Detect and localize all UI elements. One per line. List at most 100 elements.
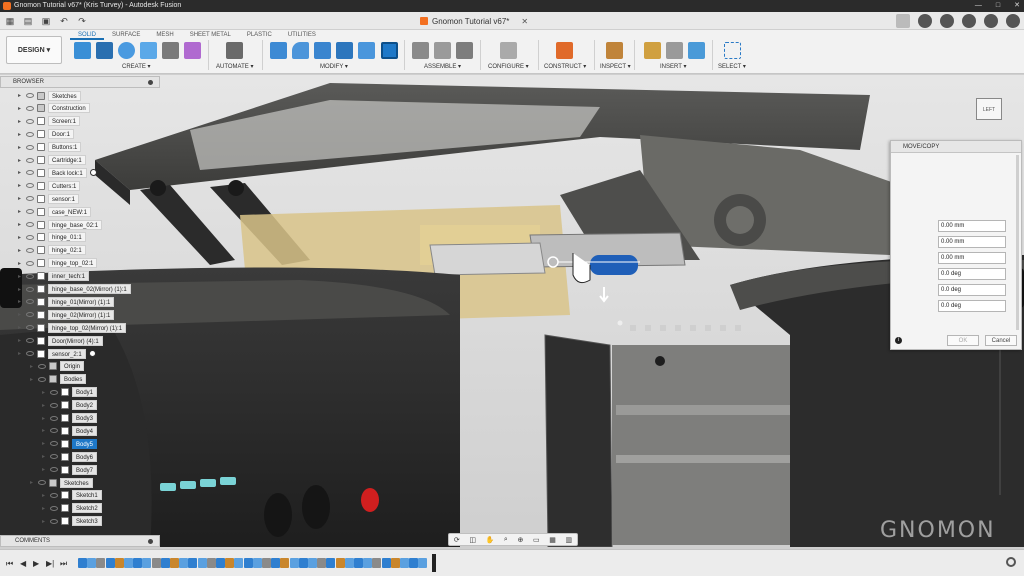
expand-chevron-icon[interactable]: ▸ bbox=[18, 105, 26, 112]
y-distance-field[interactable]: 0.00 mm bbox=[938, 236, 1006, 248]
timeline-feature-icon[interactable] bbox=[400, 558, 409, 568]
visibility-eye-icon[interactable] bbox=[50, 402, 58, 408]
browser-item[interactable]: ▸ Screen:1 bbox=[18, 116, 81, 127]
browser-item[interactable]: ▸ Buttons:1 bbox=[18, 142, 82, 153]
browser-item[interactable]: ▸ Sketch2 bbox=[42, 503, 102, 514]
tab-surface[interactable]: SURFACE bbox=[104, 31, 148, 40]
browser-item[interactable]: ▸ Door(Mirror) (4):1 bbox=[18, 335, 103, 346]
browser-item[interactable]: ▸ hinge_02(Mirror) (1):1 bbox=[18, 309, 115, 320]
timeline-feature-icon[interactable] bbox=[381, 558, 391, 568]
x-distance-field[interactable]: 0.00 mm bbox=[938, 220, 1006, 232]
orbit-icon[interactable]: ⟳ bbox=[454, 536, 460, 544]
create-form-icon[interactable] bbox=[184, 42, 201, 59]
timeline-feature-icon[interactable] bbox=[344, 558, 354, 568]
step-forward-icon[interactable]: ▶| bbox=[46, 559, 54, 568]
create-menu[interactable]: CREATE ▾ bbox=[122, 63, 151, 70]
chamfer-icon[interactable] bbox=[314, 42, 331, 59]
timeline-feature-icon[interactable] bbox=[216, 558, 225, 568]
user-avatar[interactable] bbox=[1006, 14, 1020, 28]
insert-canvas-icon[interactable] bbox=[688, 42, 705, 59]
browser-item[interactable]: ▸ hinge_top_02:1 bbox=[18, 258, 98, 269]
automate-icon[interactable] bbox=[226, 42, 243, 59]
z-angle-field[interactable]: 0.0 deg bbox=[938, 300, 1006, 312]
info-icon[interactable]: i bbox=[895, 337, 902, 344]
modify-menu[interactable]: MODIFY ▾ bbox=[320, 63, 348, 70]
expand-chevron-icon[interactable]: ▸ bbox=[18, 234, 26, 241]
automate-menu[interactable]: AUTOMATE ▾ bbox=[216, 63, 253, 70]
visibility-eye-icon[interactable] bbox=[50, 518, 58, 524]
timeline-feature-icon[interactable] bbox=[170, 558, 179, 568]
step-back-icon[interactable]: ◀ bbox=[20, 559, 26, 568]
expand-chevron-icon[interactable]: ▸ bbox=[18, 169, 26, 176]
comments-panel-header[interactable]: COMMENTS bbox=[0, 535, 160, 547]
construct-menu[interactable]: CONSTRUCT ▾ bbox=[544, 63, 586, 70]
undo-icon[interactable]: ↶ bbox=[58, 15, 70, 27]
view-cube-face[interactable]: LEFT bbox=[976, 98, 1002, 120]
document-tab[interactable]: Gnomon Tutorial v67* ✕ bbox=[420, 12, 570, 30]
timeline-feature-icon[interactable] bbox=[252, 558, 262, 568]
expand-chevron-icon[interactable]: ▸ bbox=[18, 350, 26, 357]
z-distance-field[interactable]: 0.00 mm bbox=[938, 252, 1006, 264]
browser-item[interactable]: ▸ hinge_base_02(Mirror) (1):1 bbox=[18, 284, 131, 295]
visibility-eye-icon[interactable] bbox=[50, 415, 58, 421]
expand-chevron-icon[interactable]: ▸ bbox=[42, 518, 50, 525]
expand-chevron-icon[interactable]: ▸ bbox=[18, 208, 26, 215]
y-angle-field[interactable]: 0.0 deg bbox=[938, 284, 1006, 296]
browser-item[interactable]: ▸ Cartridge:1 bbox=[18, 155, 86, 166]
timeline-feature-icon[interactable] bbox=[418, 558, 428, 568]
minimize-button[interactable]: — bbox=[975, 0, 982, 12]
go-to-end-icon[interactable]: ⏭ bbox=[60, 559, 67, 569]
visibility-eye-icon[interactable] bbox=[26, 93, 34, 98]
timeline-feature-icon[interactable] bbox=[151, 558, 161, 568]
timeline-feature-icon[interactable] bbox=[234, 558, 244, 568]
browser-item[interactable]: ▸ Body4 bbox=[42, 425, 98, 436]
combine-icon[interactable] bbox=[358, 42, 375, 59]
timeline-feature-icon[interactable] bbox=[335, 558, 345, 568]
timeline-feature-icon[interactable] bbox=[390, 558, 400, 568]
dialog-scrollbar[interactable] bbox=[1016, 155, 1019, 330]
browser-item[interactable]: ▸ Bodies bbox=[30, 374, 87, 385]
expand-chevron-icon[interactable]: ▸ bbox=[18, 221, 26, 228]
pin-icon[interactable] bbox=[148, 80, 153, 85]
save-icon[interactable]: ▣ bbox=[40, 15, 52, 27]
browser-item[interactable]: ▸ hinge_01:1 bbox=[18, 232, 86, 243]
new-component-icon[interactable] bbox=[412, 42, 429, 59]
display-settings-icon[interactable]: ▭ bbox=[533, 536, 540, 544]
cancel-button[interactable]: Cancel bbox=[985, 335, 1017, 346]
visibility-eye-icon[interactable] bbox=[26, 247, 34, 253]
browser-item[interactable]: ▸ sensor:1 bbox=[18, 193, 80, 204]
timeline-feature-icon[interactable] bbox=[354, 558, 363, 568]
visibility-eye-icon[interactable] bbox=[50, 492, 58, 498]
measure-icon[interactable] bbox=[606, 42, 623, 59]
expand-chevron-icon[interactable]: ▸ bbox=[18, 157, 26, 164]
timeline-feature-icon[interactable] bbox=[142, 558, 152, 568]
extrude-icon[interactable] bbox=[96, 42, 113, 59]
browser-item[interactable]: ▸ inner_tech:1 bbox=[18, 271, 90, 282]
timeline-feature-icon[interactable] bbox=[317, 558, 327, 568]
browser-item[interactable]: ▸ hinge_01(Mirror) (1):1 bbox=[18, 296, 115, 307]
browser-item[interactable]: ▸ hinge_base_02:1 bbox=[18, 219, 103, 230]
expand-chevron-icon[interactable]: ▸ bbox=[18, 92, 26, 99]
expand-chevron-icon[interactable]: ▸ bbox=[18, 144, 26, 151]
tab-plastic[interactable]: PLASTIC bbox=[239, 31, 280, 40]
timeline-feature-icon[interactable] bbox=[133, 558, 143, 568]
timeline-feature-icon[interactable] bbox=[78, 558, 87, 568]
visibility-eye-icon[interactable] bbox=[26, 222, 34, 227]
browser-item[interactable]: ▸ hinge_top_02(Mirror) (1):1 bbox=[18, 322, 127, 333]
visibility-eye-icon[interactable] bbox=[26, 196, 34, 202]
browser-item[interactable]: ▸ Origin bbox=[30, 361, 85, 372]
redo-icon[interactable]: ↷ bbox=[76, 15, 88, 27]
workspace-switcher[interactable]: DESIGN ▾ bbox=[6, 36, 62, 64]
expand-chevron-icon[interactable]: ▸ bbox=[42, 389, 50, 396]
visibility-eye-icon[interactable] bbox=[26, 312, 34, 318]
file-menu-icon[interactable]: ▤ bbox=[22, 15, 34, 27]
expand-chevron-icon[interactable]: ▸ bbox=[18, 298, 26, 305]
tab-solid[interactable]: SOLID bbox=[70, 31, 105, 40]
expand-chevron-icon[interactable]: ▸ bbox=[18, 247, 26, 254]
timeline-feature-icon[interactable] bbox=[326, 558, 336, 568]
insert-mesh-icon[interactable] bbox=[666, 42, 683, 59]
visibility-eye-icon[interactable] bbox=[26, 105, 34, 111]
browser-item[interactable]: ▸ Body3 bbox=[42, 413, 98, 424]
browser-item[interactable]: ▸ Sketch1 bbox=[42, 490, 102, 501]
visibility-eye-icon[interactable] bbox=[50, 467, 58, 473]
